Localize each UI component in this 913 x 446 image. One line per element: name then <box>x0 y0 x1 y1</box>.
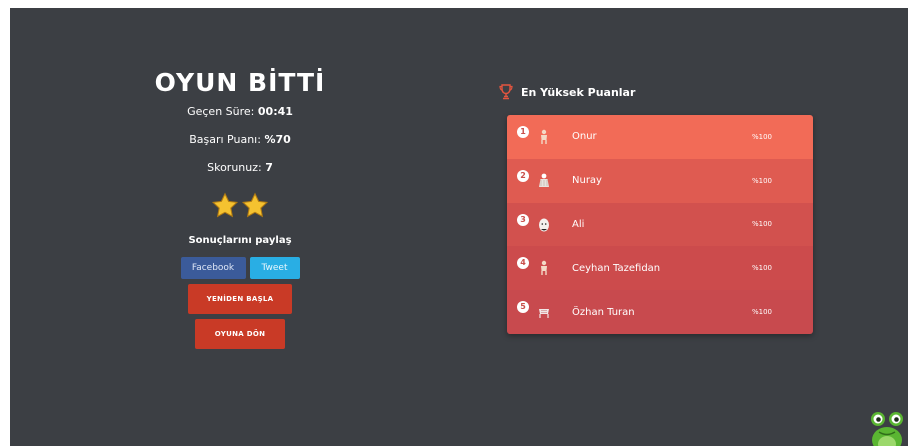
player-name: Ali <box>572 218 585 230</box>
success-value: %70 <box>264 133 291 146</box>
rank-badge: 3 <box>517 213 529 226</box>
score-value: 7 <box>265 161 273 174</box>
trophy-icon <box>499 84 513 100</box>
woman-icon <box>538 173 552 189</box>
player-name: Özhan Turan <box>572 306 635 318</box>
star-icon <box>211 192 239 218</box>
rank-badge: 5 <box>517 301 529 314</box>
score-label: Skorunuz: <box>207 161 262 174</box>
rank-badge: 2 <box>517 169 529 182</box>
game-over-screen: OYUN BİTTİ Geçen Süre: 00:41 Başarı Puan… <box>10 8 908 446</box>
child-icon <box>538 217 552 233</box>
share-title: Sonuçlarını paylaş <box>188 235 292 246</box>
rank-badge: 4 <box>517 257 529 270</box>
player-name: Nuray <box>572 175 602 187</box>
person-icon <box>538 129 552 145</box>
star-icon <box>241 192 269 218</box>
player-name: Onur <box>572 131 597 143</box>
star-rating <box>140 192 340 222</box>
rank-badge: 1 <box>517 126 529 138</box>
player-percent: %100 <box>752 264 773 273</box>
success-score: Başarı Puanı: %70 <box>140 133 340 147</box>
share-buttons: Facebook Tweet <box>140 257 340 279</box>
elapsed-value: 00:41 <box>257 105 293 118</box>
restart-button[interactable]: YENİDEN BAŞLA <box>188 284 292 314</box>
player-name: Ceyhan Tazefidan <box>572 262 661 274</box>
high-scores-table: 1 Onur %100 2 Nuray %100 3 Ali %100 4 Ceyhan Tazef… <box>507 115 813 334</box>
facebook-button[interactable]: Facebook <box>180 257 246 279</box>
player-percent: %100 <box>752 176 773 185</box>
score-row: 3 Ali %100 <box>507 202 813 247</box>
player-percent: %100 <box>752 132 773 141</box>
success-label: Başarı Puanı: <box>189 133 261 146</box>
high-scores-title: En Yüksek Puanlar <box>521 85 636 99</box>
tweet-button[interactable]: Tweet <box>249 257 300 279</box>
score-row: 1 Onur %100 <box>507 115 813 159</box>
cart-icon <box>538 304 552 320</box>
score-row: 5 Özhan Turan %100 <box>507 290 813 334</box>
frog-icon[interactable] <box>861 402 908 446</box>
score-row: 2 Nuray %100 <box>507 158 813 203</box>
result-panel: OYUN BİTTİ Geçen Süre: 00:41 Başarı Puan… <box>140 68 340 349</box>
score-row: 4 Ceyhan Tazefidan %100 <box>507 246 813 291</box>
score: Skorunuz: 7 <box>140 161 340 175</box>
player-percent: %100 <box>752 220 773 229</box>
high-scores-header: En Yüksek Puanlar <box>499 84 635 100</box>
page-title: OYUN BİTTİ <box>154 68 326 97</box>
person-icon <box>538 260 552 276</box>
elapsed-time: Geçen Süre: 00:41 <box>140 105 340 119</box>
elapsed-label: Geçen Süre: <box>187 105 255 118</box>
player-percent: %100 <box>752 308 773 317</box>
back-to-game-button[interactable]: OYUNA DÖN <box>195 319 285 349</box>
